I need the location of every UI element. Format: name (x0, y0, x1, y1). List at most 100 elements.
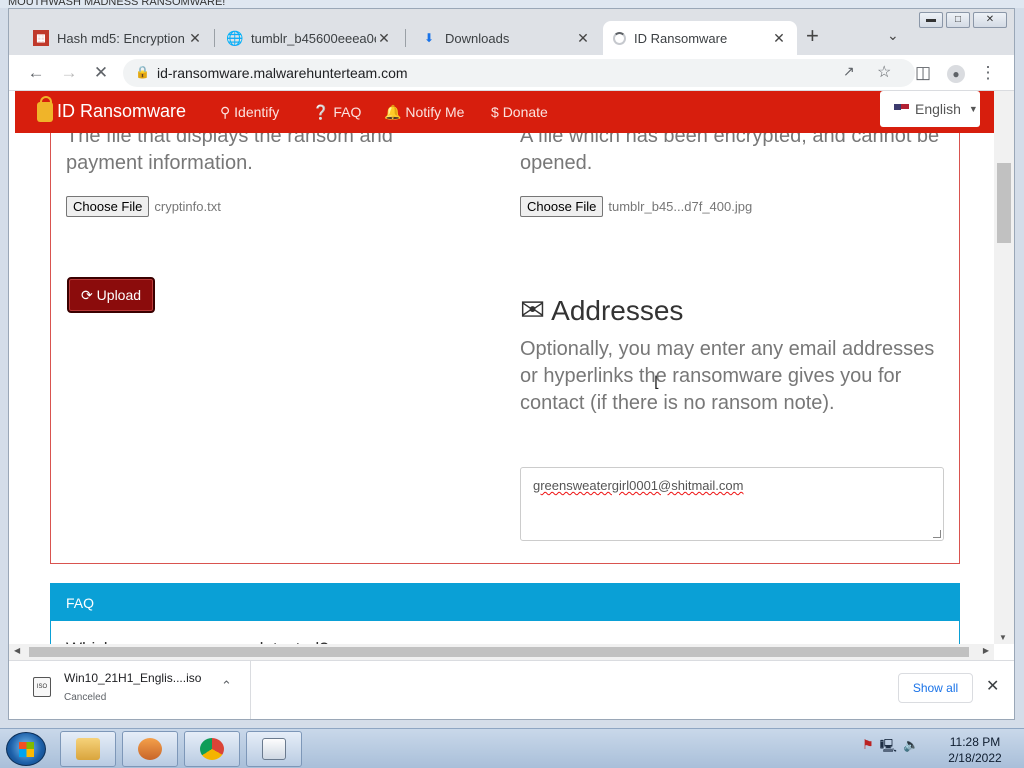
iso-file-icon: ISO (33, 677, 51, 697)
padlock-logo-icon (37, 95, 53, 122)
minimize-button[interactable]: ▬ (919, 12, 943, 28)
tab-separator (405, 29, 406, 47)
taskbar-media-player[interactable] (122, 731, 178, 767)
volume-icon[interactable]: 🔈 (903, 737, 919, 759)
site-brand[interactable]: ID Ransomware (37, 95, 186, 122)
vertical-scrollbar[interactable]: ▼ (994, 91, 1014, 644)
stop-loading-icon[interactable]: ✕ (89, 61, 113, 85)
addresses-textarea[interactable]: greensweatergirl0001@shitmail.com (520, 467, 944, 541)
scroll-down-arrow-icon[interactable]: ▼ (999, 633, 1007, 642)
nav-donate[interactable]: $ Donate (491, 104, 548, 120)
vertical-scroll-thumb[interactable] (997, 163, 1011, 243)
horizontal-scrollbar[interactable]: ◀ ▶ (9, 644, 994, 660)
show-all-button[interactable]: Show all (898, 673, 973, 703)
faq-panel: FAQ Which ransomwares are detected? (50, 583, 960, 644)
globe-icon: 🌐 (226, 29, 244, 46)
action-center-flag-icon[interactable]: ⚑ (862, 737, 874, 759)
url-text[interactable]: id-ransomware.malwarehunterteam.com (157, 65, 408, 81)
profile-avatar-icon[interactable]: ● (944, 61, 968, 85)
addresses-heading: ✉ Addresses (520, 293, 683, 328)
resize-grip-icon[interactable] (933, 530, 941, 538)
clock-date: 2/18/2022 (948, 751, 1002, 765)
tab-title: ID Ransomware (634, 30, 728, 46)
addresses-description: Optionally, you may enter any email addr… (520, 338, 935, 414)
horizontal-scroll-thumb[interactable] (29, 647, 969, 657)
tab-hash-md5[interactable]: ▦ Hash md5: Encryption a ✕ (23, 21, 213, 55)
choose-encrypted-file-button[interactable]: Choose File (520, 196, 604, 217)
menu-kebab-icon[interactable]: ⋮ (976, 61, 1000, 85)
tab-downloads[interactable]: ⬇ Downloads ✕ (411, 21, 601, 55)
us-flag-icon (894, 104, 909, 114)
os-window-title: MOUTHWASH MADNESS RANSOMWARE! (8, 0, 226, 8)
bookmark-star-icon[interactable]: ☆ (877, 62, 891, 82)
nav-identify[interactable]: ⚲ Identify (220, 104, 279, 121)
language-label: English (915, 101, 961, 117)
tab-tumblr[interactable]: 🌐 tumblr_b45600eeea0ea ✕ (217, 21, 402, 55)
language-dropdown[interactable]: English ▼ (880, 91, 980, 127)
folder-icon (76, 738, 100, 760)
refresh-icon: ⟳ (80, 286, 93, 303)
hash-favicon-icon: ▦ (33, 30, 49, 46)
lock-icon[interactable]: 🔒 (135, 65, 150, 79)
side-panel-icon[interactable]: ◫ (911, 61, 935, 85)
start-button[interactable] (6, 732, 46, 766)
nav-donate-label: Donate (502, 104, 548, 120)
envelope-icon: ✉ (520, 294, 546, 327)
taskbar-explorer[interactable] (60, 731, 116, 767)
address-bar[interactable]: 🔒 id-ransomware.malwarehunterteam.com ↗ … (123, 59, 915, 87)
nav-faq[interactable]: ❔ FAQ (312, 104, 361, 121)
close-shelf-icon[interactable]: ✕ (986, 676, 999, 696)
upload-button-label: Upload (96, 287, 142, 303)
taskbar-clock[interactable]: 11:28 PM 2/18/2022 (940, 734, 1010, 766)
tab-title: Downloads (445, 30, 510, 46)
clock-time: 11:28 PM (949, 735, 1001, 749)
question-circle-icon: ❔ (312, 104, 330, 120)
forward-arrow-icon[interactable]: → (57, 61, 81, 85)
taskbar-notepad[interactable] (246, 731, 302, 767)
close-tab-icon[interactable]: ✕ (187, 30, 203, 47)
bell-icon: 🔔 (384, 104, 402, 120)
download-filename: Win10_21H1_Englis....iso (64, 671, 202, 685)
search-icon: ⚲ (220, 104, 231, 120)
download-item[interactable]: ISO Win10_21H1_Englis....iso Canceled ⌃ (9, 661, 251, 719)
encrypted-filename: tumblr_b45...d7f_400.jpg (608, 199, 753, 214)
tab-title: tumblr_b45600eeea0ea (251, 30, 376, 46)
upload-button[interactable]: ⟳ Upload (67, 277, 155, 313)
loading-spinner-icon (613, 31, 626, 45)
close-tab-icon[interactable]: ✕ (771, 30, 787, 47)
nav-notify-me[interactable]: 🔔 Notify Me (384, 104, 464, 121)
addresses-value[interactable]: greensweatergirl0001@shitmail.com (533, 478, 743, 493)
nav-identify-label: Identify (234, 104, 280, 120)
download-status: Canceled (64, 692, 107, 703)
network-icon[interactable]: 🖳 (880, 737, 897, 759)
media-player-icon (138, 738, 162, 760)
windows-taskbar: ⚑ 🖳 🔈 11:28 PM 2/18/2022 (0, 728, 1024, 768)
tab-search-chevron-icon[interactable]: ⌄ (887, 27, 899, 44)
document-icon (262, 738, 286, 760)
text-cursor-icon: ⌊ (654, 374, 660, 391)
dollar-icon: $ (491, 104, 499, 120)
caret-down-icon: ▼ (968, 104, 978, 114)
maximize-button[interactable]: □ (946, 12, 970, 28)
nav-notify-label: Notify Me (405, 104, 465, 120)
scroll-right-arrow-icon[interactable]: ▶ (983, 646, 989, 655)
close-window-button[interactable]: ✕ (973, 12, 1007, 28)
close-tab-icon[interactable]: ✕ (575, 30, 591, 47)
addresses-heading-text: Addresses (551, 294, 684, 326)
site-navbar: ID Ransomware ⚲ Identify ❔ FAQ 🔔 Notify … (15, 91, 994, 133)
close-tab-icon[interactable]: ✕ (376, 30, 392, 47)
choose-ransom-note-button[interactable]: Choose File (66, 196, 150, 217)
os-window-titlebar: MOUTHWASH MADNESS RANSOMWARE! (0, 0, 1024, 8)
share-icon[interactable]: ↗ (843, 63, 855, 80)
scroll-left-arrow-icon[interactable]: ◀ (14, 646, 20, 655)
tab-id-ransomware[interactable]: ID Ransomware ✕ (603, 21, 797, 55)
browser-window: ▬ □ ✕ ▦ Hash md5: Encryption a ✕ 🌐 tumbl… (8, 8, 1015, 720)
tab-strip: ▬ □ ✕ ▦ Hash md5: Encryption a ✕ 🌐 tumbl… (9, 9, 1014, 55)
new-tab-button[interactable]: + (806, 24, 819, 48)
encrypted-file-picker: Choose File tumblr_b45...d7f_400.jpg (520, 196, 752, 217)
back-arrow-icon[interactable]: ← (24, 61, 48, 85)
faq-question[interactable]: Which ransomwares are detected? (51, 621, 959, 644)
taskbar-chrome[interactable] (184, 731, 240, 767)
upload-panel: The file that displays the ransom and pa… (50, 91, 960, 564)
chevron-up-icon[interactable]: ⌃ (221, 678, 232, 694)
